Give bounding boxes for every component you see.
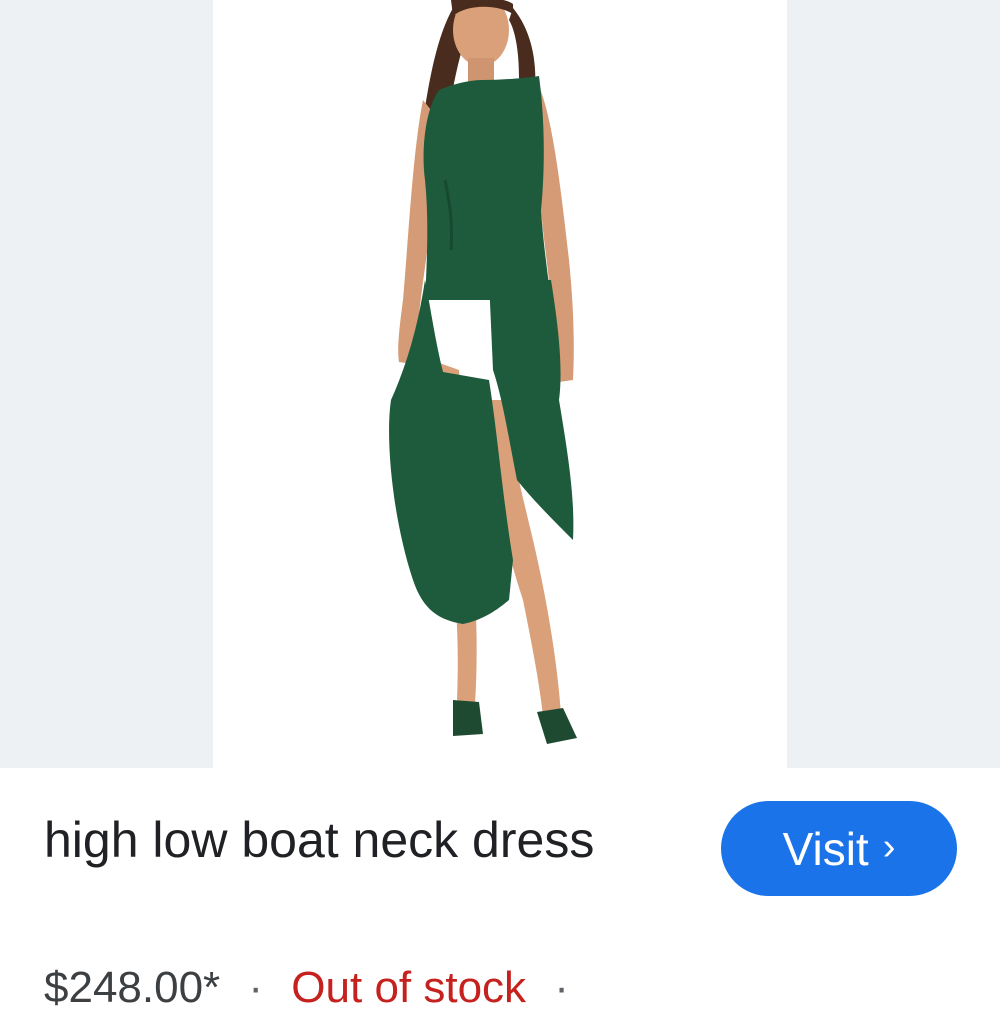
trailing-separator: · xyxy=(554,963,569,1012)
product-meta: $248.00* · Out of stock · xyxy=(44,958,585,1018)
image-area xyxy=(0,0,1000,768)
visit-button-label: Visit xyxy=(782,822,869,875)
dress-bodice xyxy=(423,76,551,300)
product-title[interactable]: high low boat neck dress xyxy=(44,806,664,874)
price: $248.00* xyxy=(44,963,221,1012)
shoe-left xyxy=(453,700,483,736)
neck xyxy=(468,58,494,82)
shoe-right xyxy=(537,708,577,744)
product-image[interactable] xyxy=(213,0,787,768)
chevron-right-icon: › xyxy=(882,825,896,868)
separator: · xyxy=(248,963,264,1012)
stock-status: Out of stock xyxy=(291,963,527,1012)
visit-button[interactable]: Visit › xyxy=(721,801,957,896)
dress-photo-illustration xyxy=(389,0,577,744)
